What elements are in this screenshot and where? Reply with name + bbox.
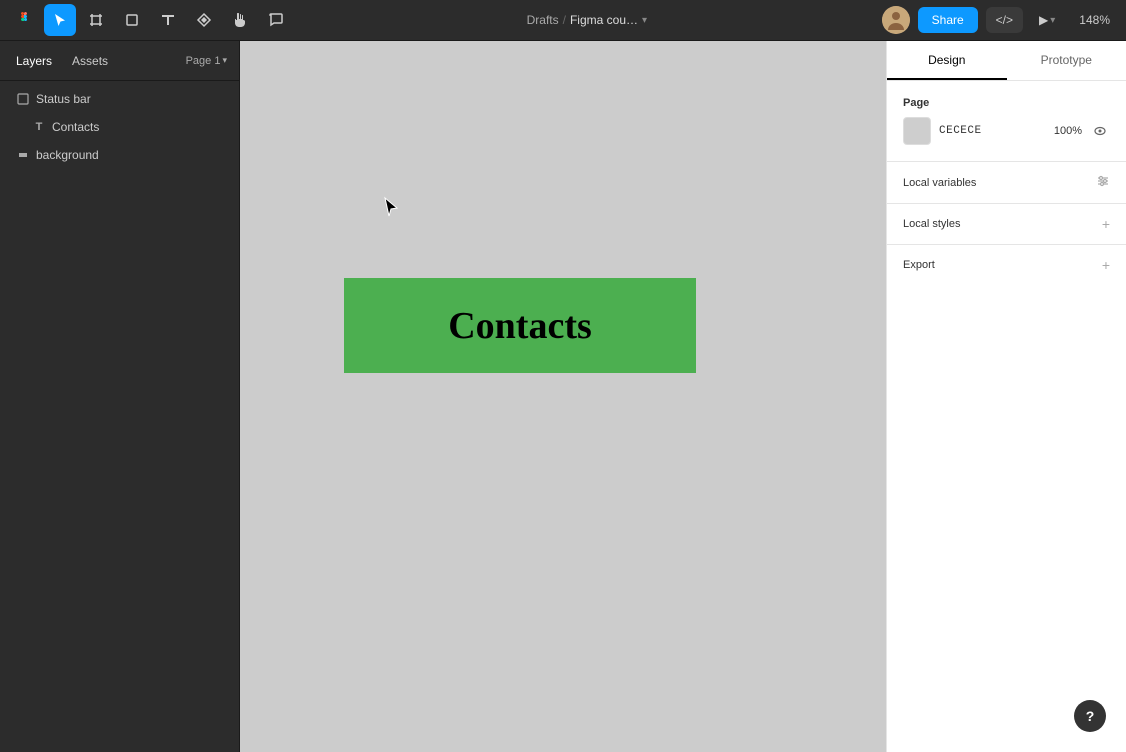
contacts-frame[interactable]: Contacts <box>344 278 696 373</box>
play-button[interactable]: ▶ ▾ <box>1031 7 1063 33</box>
divider-2 <box>887 203 1126 204</box>
export-label: Export <box>903 259 1102 271</box>
share-button[interactable]: Share <box>918 7 978 33</box>
local-styles-label: Local styles <box>903 218 1102 230</box>
divider-3 <box>887 244 1126 245</box>
layer-name-contacts: Contacts <box>52 120 231 134</box>
layers-list: Status bar T Contacts background <box>0 81 239 752</box>
right-panel-tabs: Design Prototype <box>887 41 1126 81</box>
toolbar-left <box>8 4 292 36</box>
breadcrumb-drafts: Drafts <box>527 13 559 27</box>
page-color-row: CECECE 100% <box>903 117 1110 145</box>
comment-tool-button[interactable] <box>260 4 292 36</box>
canvas[interactable]: Contacts <box>240 41 886 752</box>
select-tool-button[interactable] <box>44 4 76 36</box>
breadcrumb-current: Figma cou… <box>570 13 638 27</box>
breadcrumb-chevron-icon: ▾ <box>642 15 647 26</box>
local-variables-label: Local variables <box>903 177 1096 189</box>
layer-icon-background <box>16 148 30 162</box>
layer-name-status-bar: Status bar <box>36 92 231 106</box>
divider-1 <box>887 161 1126 162</box>
tab-assets[interactable]: Assets <box>64 50 116 72</box>
page-section: Page CECECE 100% <box>887 93 1126 157</box>
right-panel-content: Page CECECE 100% Local variables <box>887 81 1126 752</box>
zoom-button[interactable]: 148% <box>1071 7 1118 33</box>
components-tool-button[interactable] <box>188 4 220 36</box>
hand-tool-button[interactable] <box>224 4 256 36</box>
layer-item-contacts[interactable]: T Contacts <box>0 113 239 141</box>
right-panel: Design Prototype Page CECECE 100% <box>886 41 1126 752</box>
local-styles-add-button[interactable]: + <box>1102 216 1110 232</box>
tab-prototype[interactable]: Prototype <box>1007 41 1126 80</box>
layer-icon-contacts: T <box>32 120 46 134</box>
page-selector-chevron-icon: ▾ <box>222 55 227 66</box>
layer-item-status-bar[interactable]: Status bar <box>0 85 239 113</box>
breadcrumb-separator: / <box>563 13 566 27</box>
play-chevron-icon: ▾ <box>1050 15 1055 26</box>
local-variables-icon[interactable] <box>1096 174 1110 191</box>
toolbar: Drafts / Figma cou… ▾ Share </> ▶ ▾ 148% <box>0 0 1126 41</box>
left-panel: Layers Assets Page 1 ▾ Status bar T Cont… <box>0 41 240 752</box>
local-styles-section[interactable]: Local styles + <box>887 208 1126 240</box>
page-label: Page <box>903 97 1110 109</box>
layer-name-background: background <box>36 148 231 162</box>
figma-menu-button[interactable] <box>8 4 40 36</box>
export-section[interactable]: Export + <box>887 249 1126 281</box>
code-button[interactable]: </> <box>986 7 1023 33</box>
tab-layers[interactable]: Layers <box>8 50 60 72</box>
layer-icon-status-bar <box>16 92 30 106</box>
export-add-button[interactable]: + <box>1102 257 1110 273</box>
breadcrumb[interactable]: Drafts / Figma cou… ▾ <box>527 13 647 27</box>
page-color-swatch[interactable] <box>903 117 931 145</box>
frame-tool-button[interactable] <box>80 4 112 36</box>
help-button[interactable]: ? <box>1074 700 1106 732</box>
local-variables-section[interactable]: Local variables <box>887 166 1126 199</box>
main-layout: Layers Assets Page 1 ▾ Status bar T Cont… <box>0 0 1126 752</box>
tab-design[interactable]: Design <box>887 41 1007 80</box>
shape-tool-button[interactable] <box>116 4 148 36</box>
text-tool-button[interactable] <box>152 4 184 36</box>
toolbar-right: Share </> ▶ ▾ 148% <box>882 6 1118 34</box>
contacts-text: Contacts <box>448 304 592 348</box>
page-selector[interactable]: Page 1 ▾ <box>182 53 231 69</box>
layer-item-background[interactable]: background <box>0 141 239 169</box>
panel-tabs: Layers Assets Page 1 ▾ <box>0 41 239 81</box>
avatar <box>882 6 910 34</box>
toolbar-center: Drafts / Figma cou… ▾ <box>296 13 878 27</box>
page-opacity-value[interactable]: 100% <box>1054 125 1082 137</box>
visibility-toggle-button[interactable] <box>1090 121 1110 141</box>
page-color-value[interactable]: CECECE <box>939 125 982 137</box>
